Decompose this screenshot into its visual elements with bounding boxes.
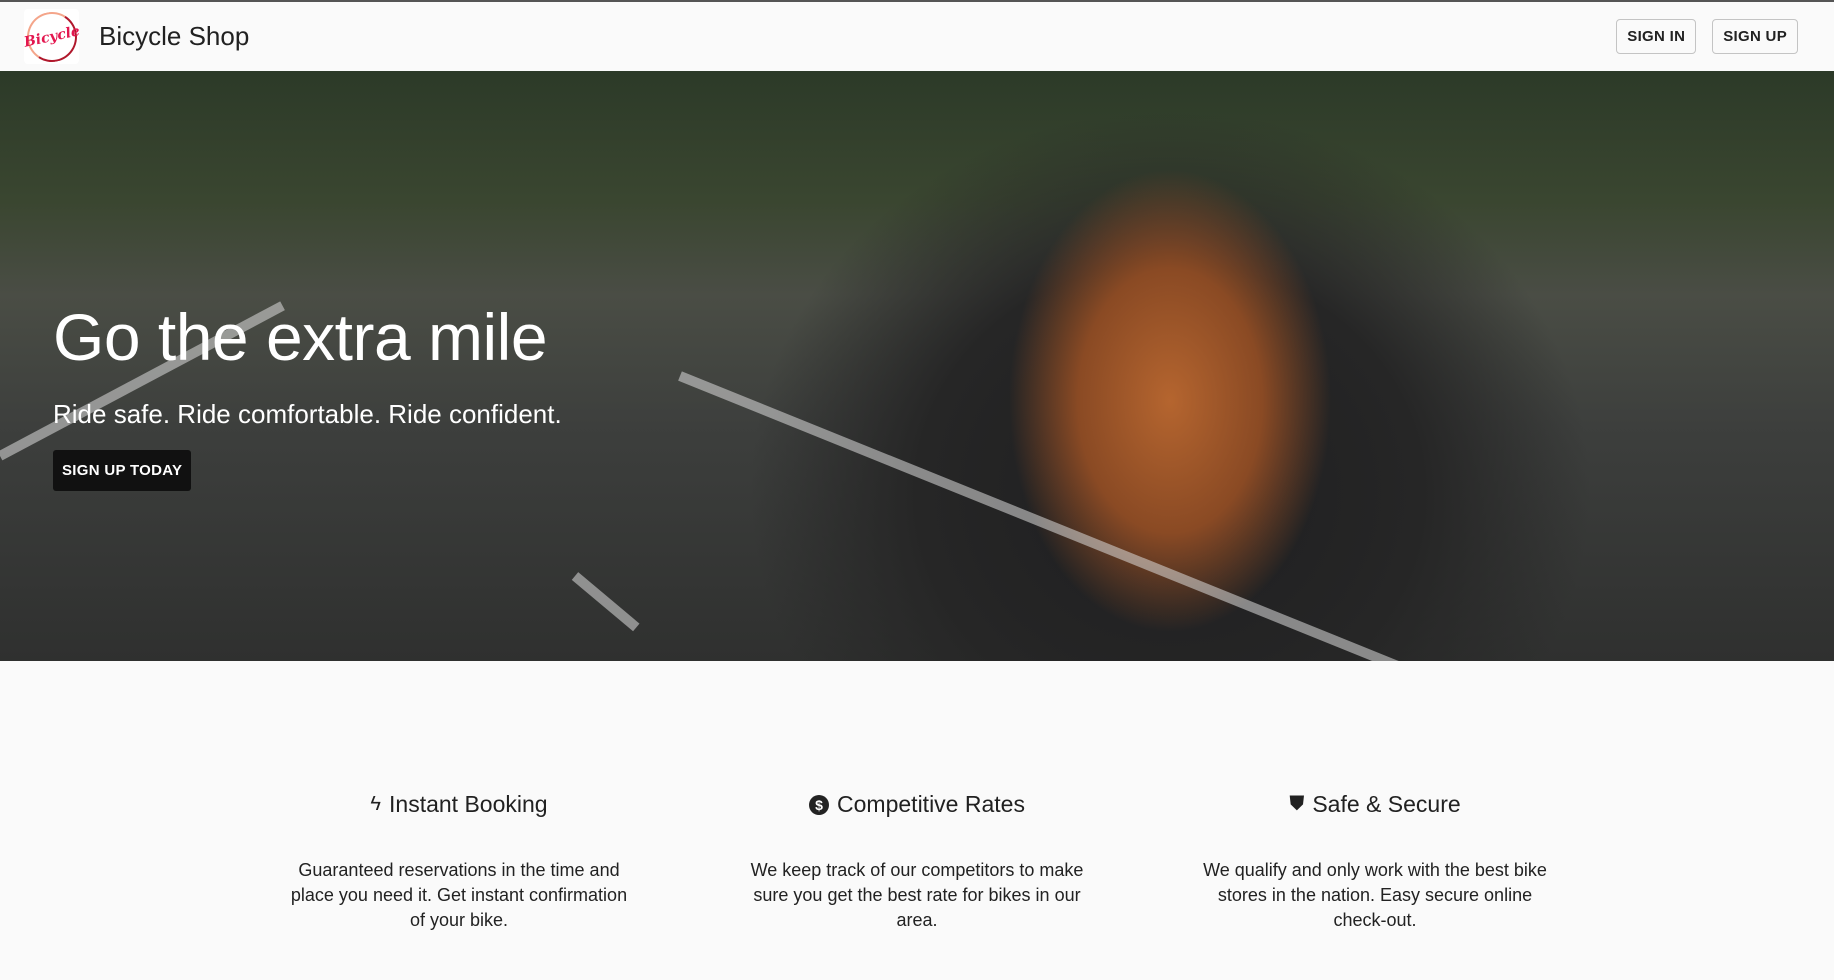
lightning-icon: ϟ [370, 793, 382, 815]
feature-safe-secure: ⛊ Safe & Secure We qualify and only work … [1200, 791, 1550, 933]
feature-instant-booking: ϟ Instant Booking Guaranteed reservations… [284, 791, 634, 933]
feature-title: Safe & Secure [1312, 791, 1461, 817]
hero-title: Go the extra mile [53, 300, 548, 374]
feature-text: We qualify and only work with the best b… [1203, 860, 1547, 930]
feature-text: We keep track of our competitors to make… [750, 860, 1084, 930]
shield-icon: ⛊ [1289, 793, 1305, 815]
app-bar: Bicycle Bicycle Shop SIGN IN SIGN UP [0, 2, 1834, 71]
site-title: Bicycle Shop [99, 21, 250, 51]
feature-title: Instant Booking [389, 791, 548, 817]
road-marking [678, 371, 1795, 661]
sign-up-button[interactable]: SIGN UP [1712, 19, 1798, 54]
hero-banner: Go the extra mile Ride safe. Ride comfor… [0, 71, 1834, 661]
dollar-circle-icon: $ [809, 794, 830, 815]
hero-subtitle: Ride safe. Ride comfortable. Ride confid… [53, 399, 562, 429]
features-section: ϟ Instant Booking Guaranteed reservations… [0, 791, 1834, 933]
sign-up-today-button[interactable]: SIGN UP TODAY [53, 450, 192, 491]
feature-competitive-rates: $ Competitive Rates We keep track of our … [742, 791, 1092, 933]
sign-in-button[interactable]: SIGN IN [1616, 19, 1697, 54]
logo-image: Bicycle [21, 6, 82, 67]
feature-title: Competitive Rates [837, 791, 1025, 817]
feature-text: Guaranteed reservations in the time and … [290, 860, 628, 930]
logo[interactable]: Bicycle [21, 6, 82, 67]
road-marking [571, 572, 640, 632]
